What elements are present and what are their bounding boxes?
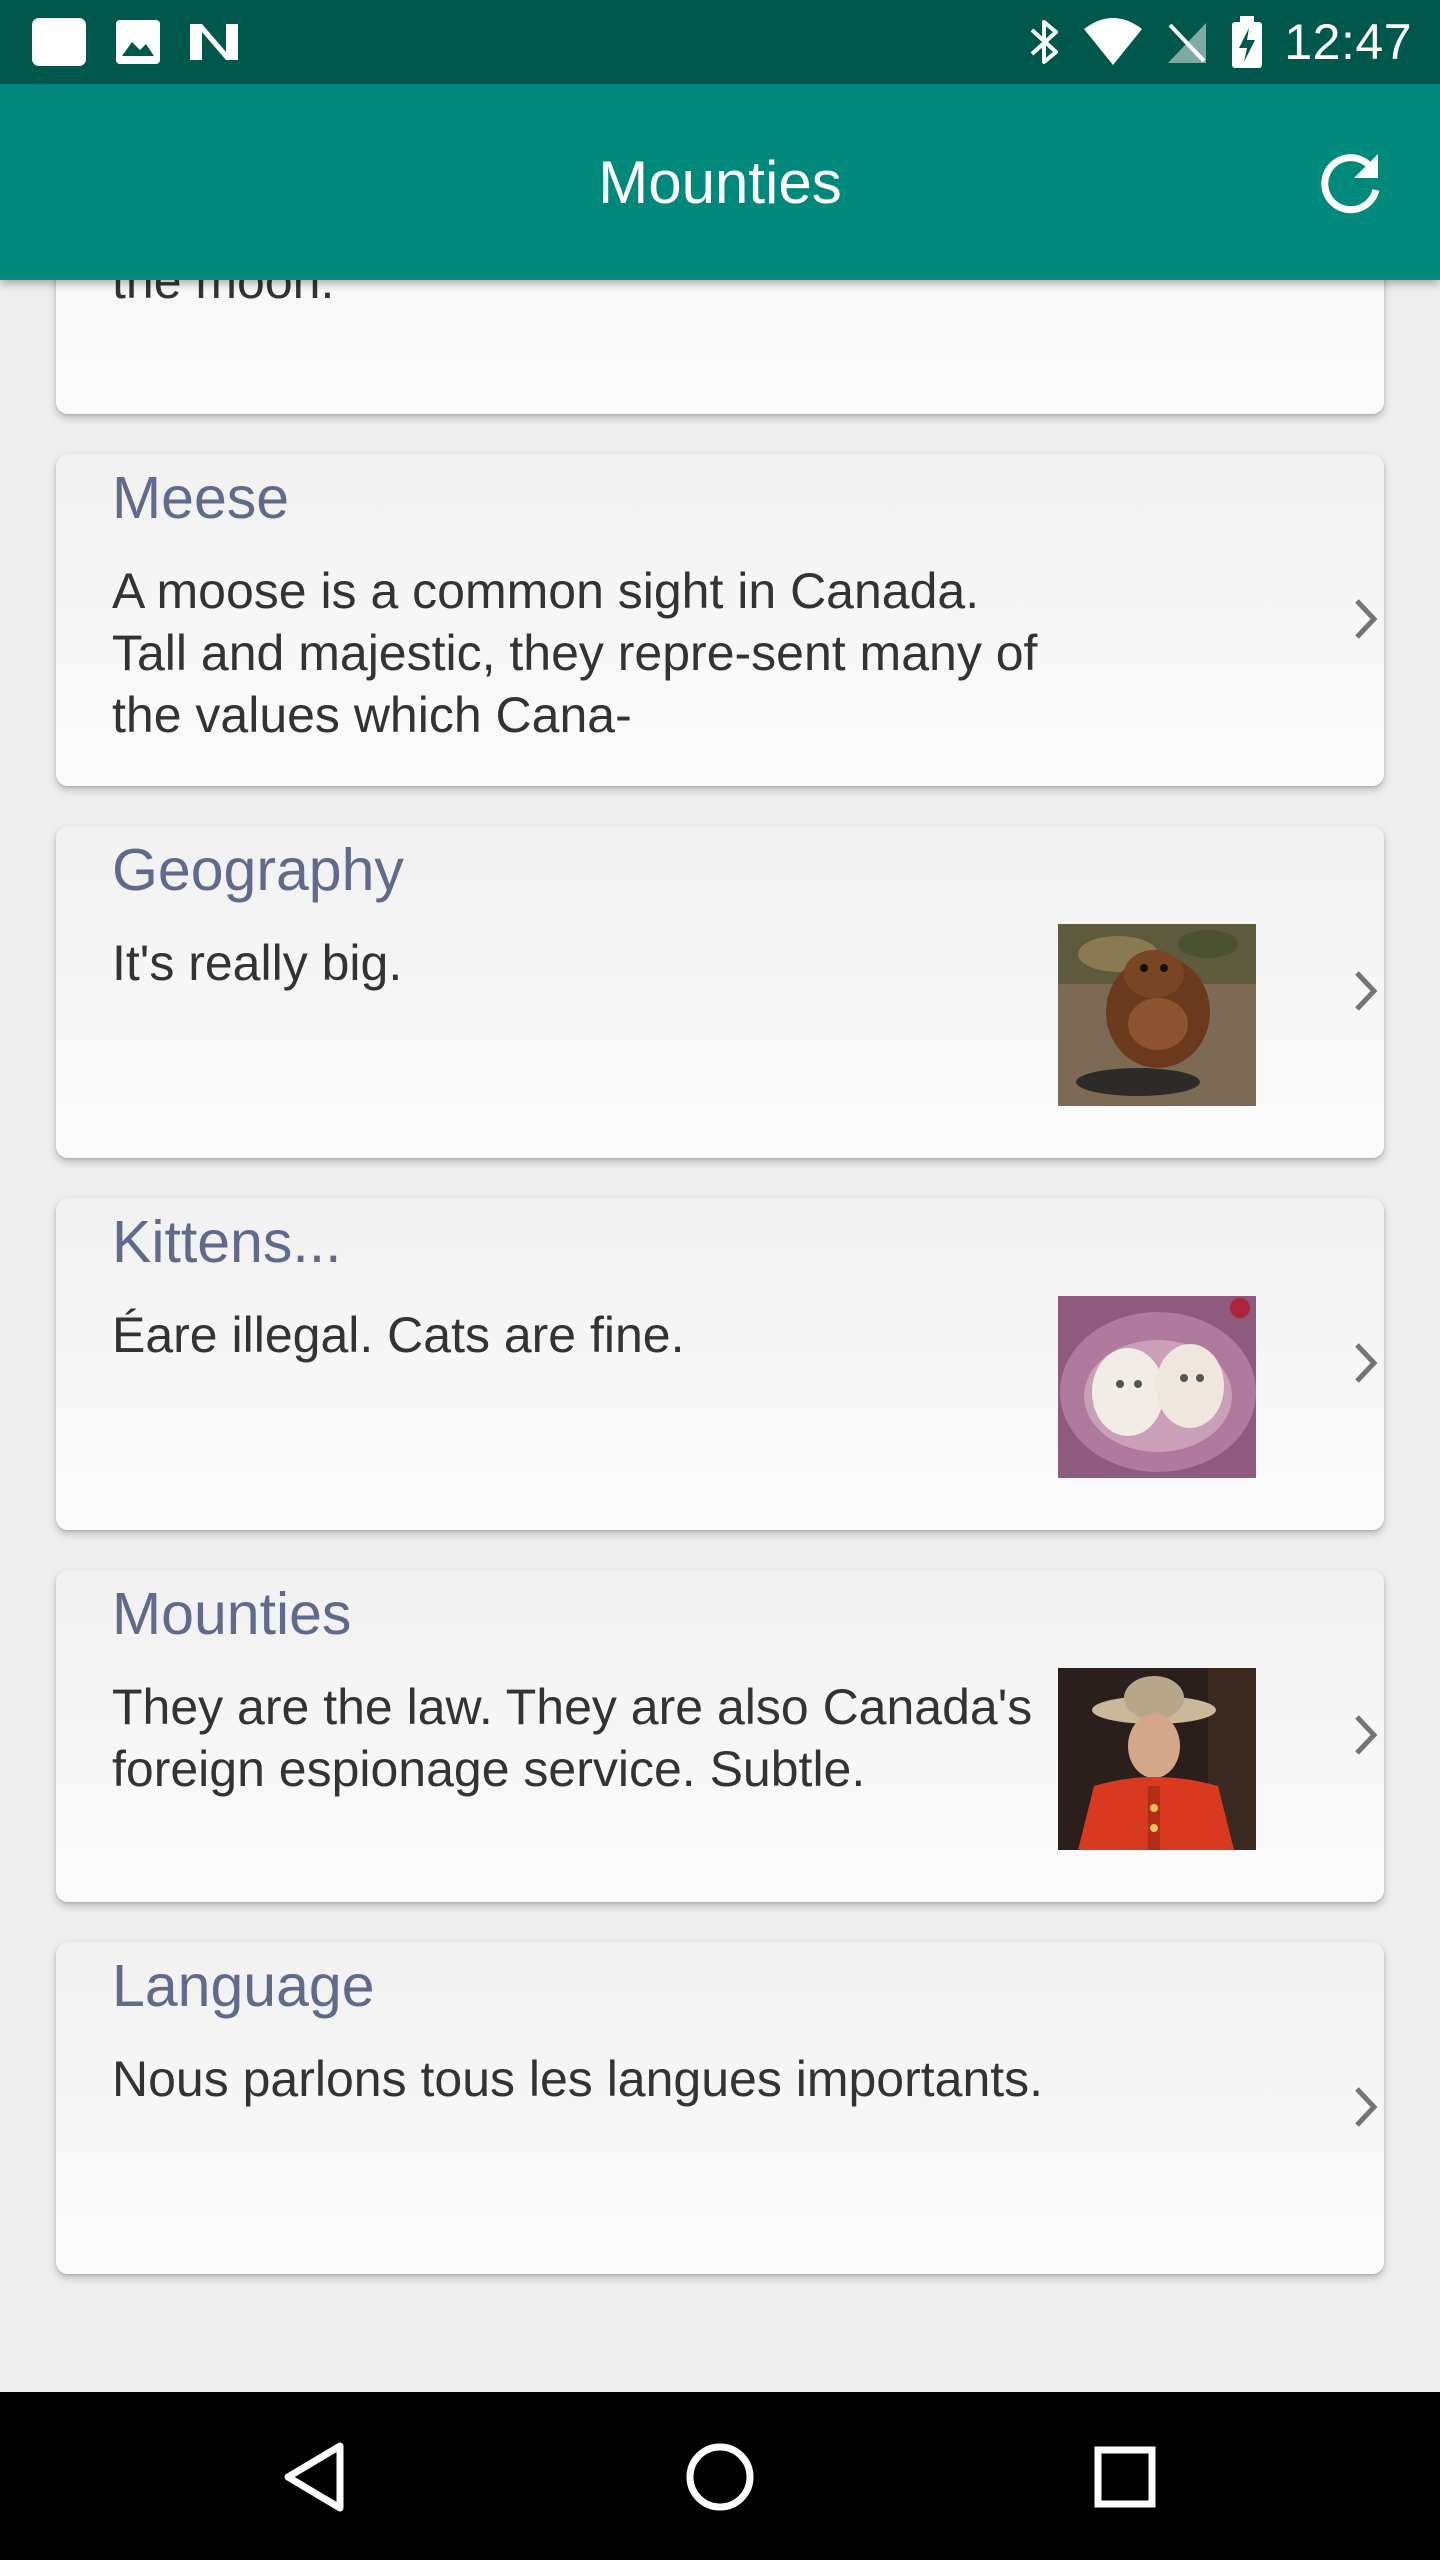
kittens-photo <box>1058 1296 1256 1478</box>
no-sim-icon <box>1168 23 1207 63</box>
app-title: Mounties <box>598 148 842 216</box>
status-time: 12:47 <box>1284 14 1412 70</box>
battery-charging-icon <box>1232 16 1263 68</box>
card-body: Nous parlons tous les langues importants… <box>112 2051 1044 2107</box>
mountie-photo <box>1058 1668 1256 1850</box>
card-body: They are the law. They are also Canada's… <box>112 1679 1033 1797</box>
card-title: Kittens... <box>112 1209 342 1275</box>
bluetooth-icon <box>1031 20 1059 64</box>
card-body: A moose is a common sight in Canada. Tal… <box>112 563 1038 743</box>
chevron-right-icon <box>1355 599 1378 639</box>
card-language[interactable]: Language Nous parlons tous les langues i… <box>56 1942 1384 2274</box>
app-bar: Mounties <box>0 84 1440 280</box>
recents-icon[interactable] <box>1080 2432 1170 2522</box>
card-list[interactable]: Canada hopes to soon launch a man to the… <box>0 280 1440 2392</box>
wifi-icon <box>1084 18 1143 65</box>
notification-icon <box>32 18 86 66</box>
nav-bar <box>0 2392 1440 2560</box>
chevron-right-icon <box>1355 1715 1378 1755</box>
refresh-icon[interactable] <box>1316 148 1386 218</box>
card-title: Meese <box>112 465 290 531</box>
chevron-right-icon <box>1355 1343 1378 1383</box>
card-title: Mounties <box>112 1581 352 1647</box>
beaver-photo <box>1058 924 1256 1106</box>
card-meese[interactable]: Meese A moose is a common sight in Canad… <box>56 454 1384 786</box>
status-left-icons <box>30 14 240 70</box>
card-mounties[interactable]: Mounties They are the law. They are also… <box>56 1570 1384 1902</box>
card-body: It's really big. <box>112 935 403 991</box>
card-title: Geography <box>112 837 404 903</box>
image-icon <box>116 20 160 64</box>
chevron-right-icon <box>1355 971 1378 1011</box>
card-title: Language <box>112 1953 375 2019</box>
status-right-icons: 12:47 <box>1026 14 1412 70</box>
card-body: Éare illegal. Cats are fine. <box>112 1307 685 1363</box>
n-logo-icon <box>190 24 238 60</box>
card-geography[interactable]: Geography It's really big. <box>56 826 1384 1158</box>
status-bar: 12:47 <box>0 0 1440 84</box>
back-icon[interactable] <box>270 2432 360 2522</box>
card-kittens[interactable]: Kittens... Éare illegal. Cats are fine. <box>56 1198 1384 1530</box>
card-moon[interactable]: Canada hopes to soon launch a man to the… <box>56 280 1384 414</box>
chevron-right-icon <box>1355 2087 1378 2127</box>
home-icon[interactable] <box>675 2432 765 2522</box>
card-body: Canada hopes to soon launch a man to the… <box>112 280 335 309</box>
